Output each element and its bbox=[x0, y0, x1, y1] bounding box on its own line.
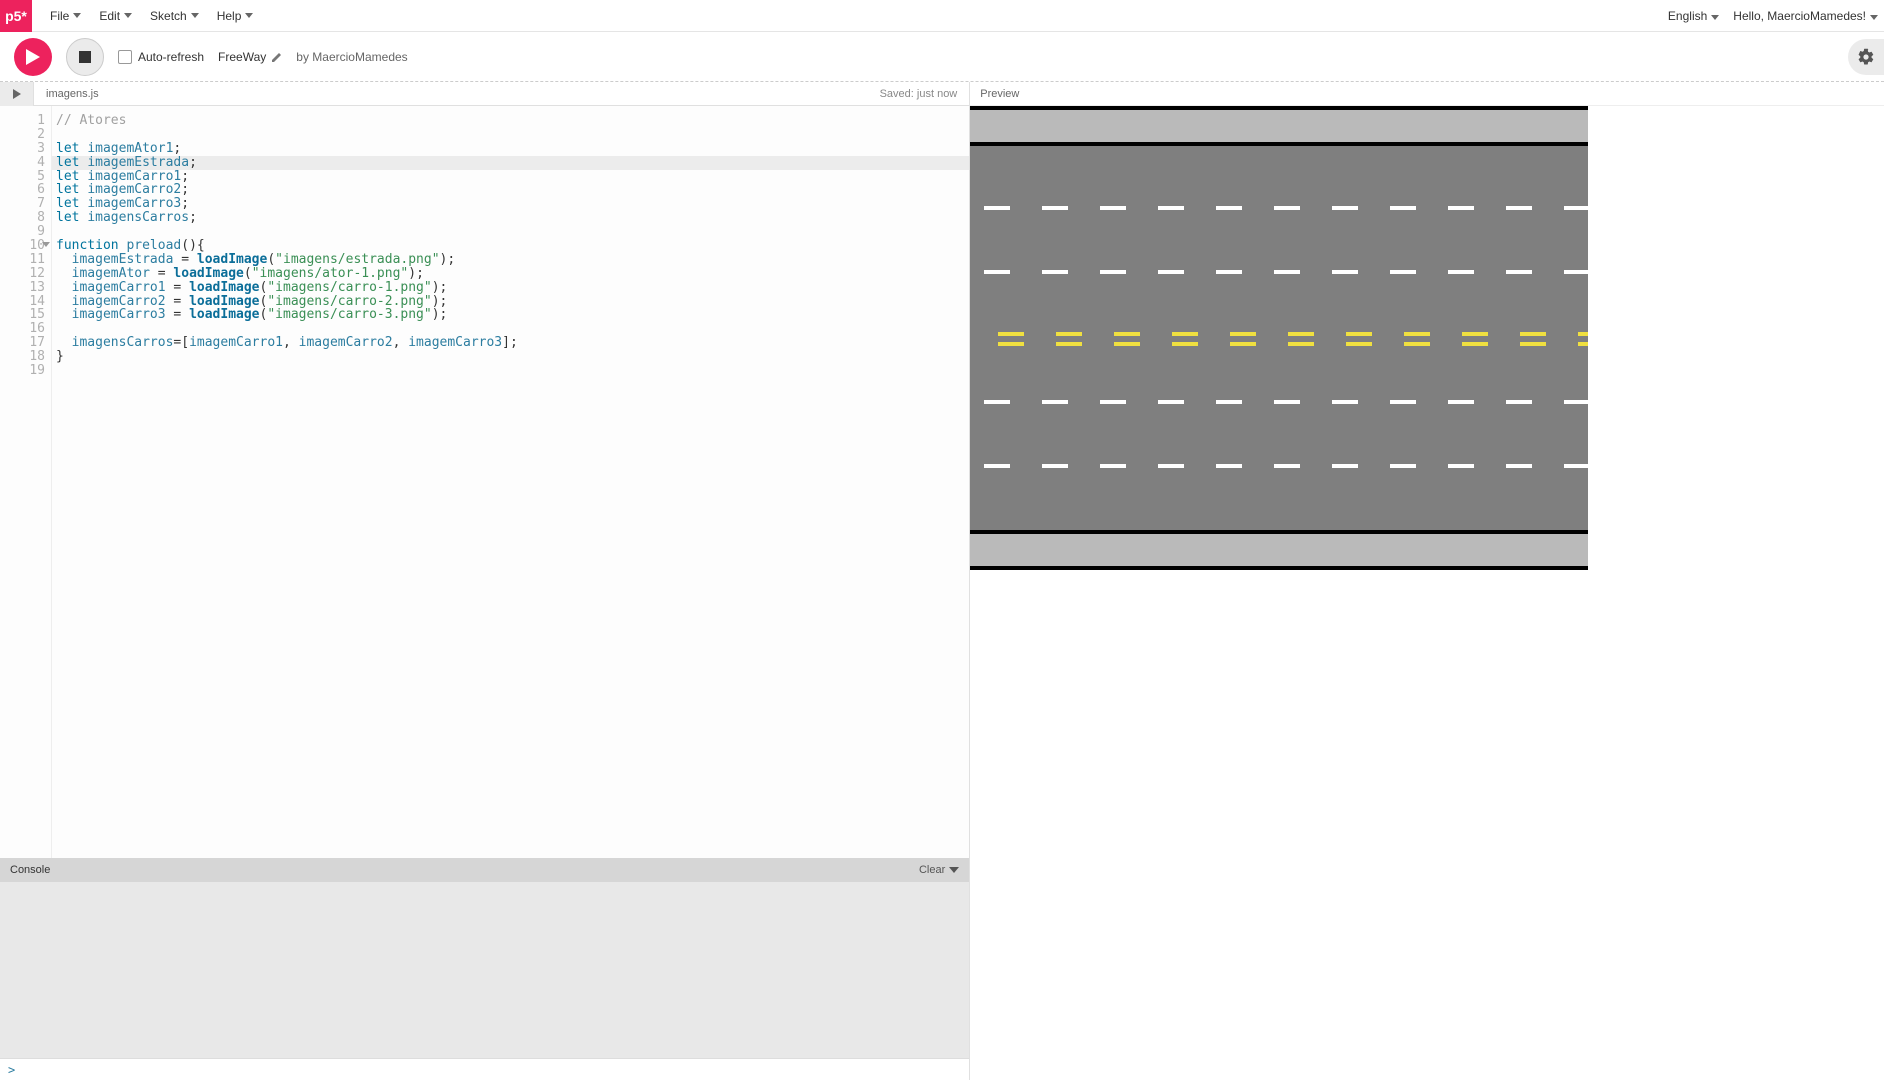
console-input[interactable]: > bbox=[0, 1058, 969, 1080]
topbar-right: English Hello, MaercioMamedes! bbox=[1668, 9, 1884, 23]
preview-canvas-area bbox=[970, 106, 1884, 1080]
console-header: Console Clear bbox=[0, 858, 969, 882]
play-icon bbox=[26, 49, 40, 65]
lane-marking bbox=[970, 464, 1588, 468]
gear-icon bbox=[1857, 48, 1875, 66]
chevron-right-icon bbox=[13, 89, 21, 99]
stop-icon bbox=[79, 51, 91, 63]
road-shoulder-top bbox=[970, 110, 1588, 142]
lane-marking bbox=[970, 206, 1588, 210]
sketch-name-text: FreeWay bbox=[218, 50, 266, 64]
main-menu: File Edit Sketch Help bbox=[50, 9, 253, 23]
p5-logo[interactable]: p5* bbox=[0, 0, 32, 32]
language-label: English bbox=[1668, 9, 1707, 23]
right-pane: Preview bbox=[970, 82, 1884, 1080]
expand-files-button[interactable] bbox=[0, 82, 34, 106]
save-status: Saved: just now bbox=[868, 88, 970, 100]
menu-help[interactable]: Help bbox=[217, 9, 254, 23]
user-greeting: Hello, MaercioMamedes! bbox=[1733, 9, 1866, 23]
top-menu-bar: p5* File Edit Sketch Help English Hello,… bbox=[0, 0, 1884, 32]
caret-down-icon bbox=[191, 13, 199, 18]
road bbox=[970, 146, 1588, 530]
menu-sketch[interactable]: Sketch bbox=[150, 9, 199, 23]
menu-file[interactable]: File bbox=[50, 9, 81, 23]
menu-edit[interactable]: Edit bbox=[99, 9, 132, 23]
sketch-canvas[interactable] bbox=[970, 106, 1588, 570]
lane-marking bbox=[970, 270, 1588, 274]
play-button[interactable] bbox=[14, 38, 52, 76]
line-gutter: 12345678910111213141516171819 bbox=[0, 106, 52, 858]
menu-sketch-label: Sketch bbox=[150, 9, 187, 23]
lane-marking bbox=[970, 400, 1588, 404]
left-pane: imagens.js Saved: just now 1234567891011… bbox=[0, 82, 970, 1080]
preview-label: Preview bbox=[980, 88, 1019, 100]
menu-edit-label: Edit bbox=[99, 9, 120, 23]
stop-button[interactable] bbox=[66, 38, 104, 76]
center-double-marking bbox=[970, 332, 1588, 346]
by-label: by bbox=[296, 50, 309, 64]
console-clear-button[interactable]: Clear bbox=[919, 864, 959, 876]
console-clear-label: Clear bbox=[919, 864, 945, 876]
caret-down-icon bbox=[124, 13, 132, 18]
chevron-down-icon bbox=[949, 864, 959, 876]
current-file-tab[interactable]: imagens.js bbox=[34, 82, 111, 105]
checkbox-icon bbox=[118, 50, 132, 64]
settings-button[interactable] bbox=[1848, 39, 1884, 75]
user-menu[interactable]: Hello, MaercioMamedes! bbox=[1733, 9, 1878, 23]
author-link[interactable]: MaercioMamedes bbox=[312, 50, 407, 64]
preview-header: Preview bbox=[970, 82, 1884, 106]
road-shoulder-bottom bbox=[970, 534, 1588, 566]
caret-down-icon bbox=[1870, 9, 1878, 23]
code-editor[interactable]: 12345678910111213141516171819 // Atores … bbox=[0, 106, 969, 858]
caret-down-icon bbox=[245, 13, 253, 18]
pencil-icon bbox=[272, 52, 282, 62]
menu-file-label: File bbox=[50, 9, 69, 23]
menu-help-label: Help bbox=[217, 9, 242, 23]
toolbar: Auto-refresh FreeWay by MaercioMamedes bbox=[0, 32, 1884, 82]
console-output[interactable] bbox=[0, 882, 969, 1058]
file-tab-bar: imagens.js Saved: just now bbox=[0, 82, 969, 106]
byline: by MaercioMamedes bbox=[296, 50, 407, 64]
console-prompt: > bbox=[8, 1063, 15, 1077]
code-area[interactable]: // Atores let imagemAtor1;let imagemEstr… bbox=[52, 106, 969, 858]
caret-down-icon bbox=[1711, 9, 1719, 23]
main-area: imagens.js Saved: just now 1234567891011… bbox=[0, 82, 1884, 1080]
console-label: Console bbox=[10, 864, 50, 876]
language-selector[interactable]: English bbox=[1668, 9, 1719, 23]
auto-refresh-label: Auto-refresh bbox=[138, 50, 204, 64]
sketch-name[interactable]: FreeWay bbox=[218, 50, 282, 64]
caret-down-icon bbox=[73, 13, 81, 18]
auto-refresh-toggle[interactable]: Auto-refresh bbox=[118, 50, 204, 64]
